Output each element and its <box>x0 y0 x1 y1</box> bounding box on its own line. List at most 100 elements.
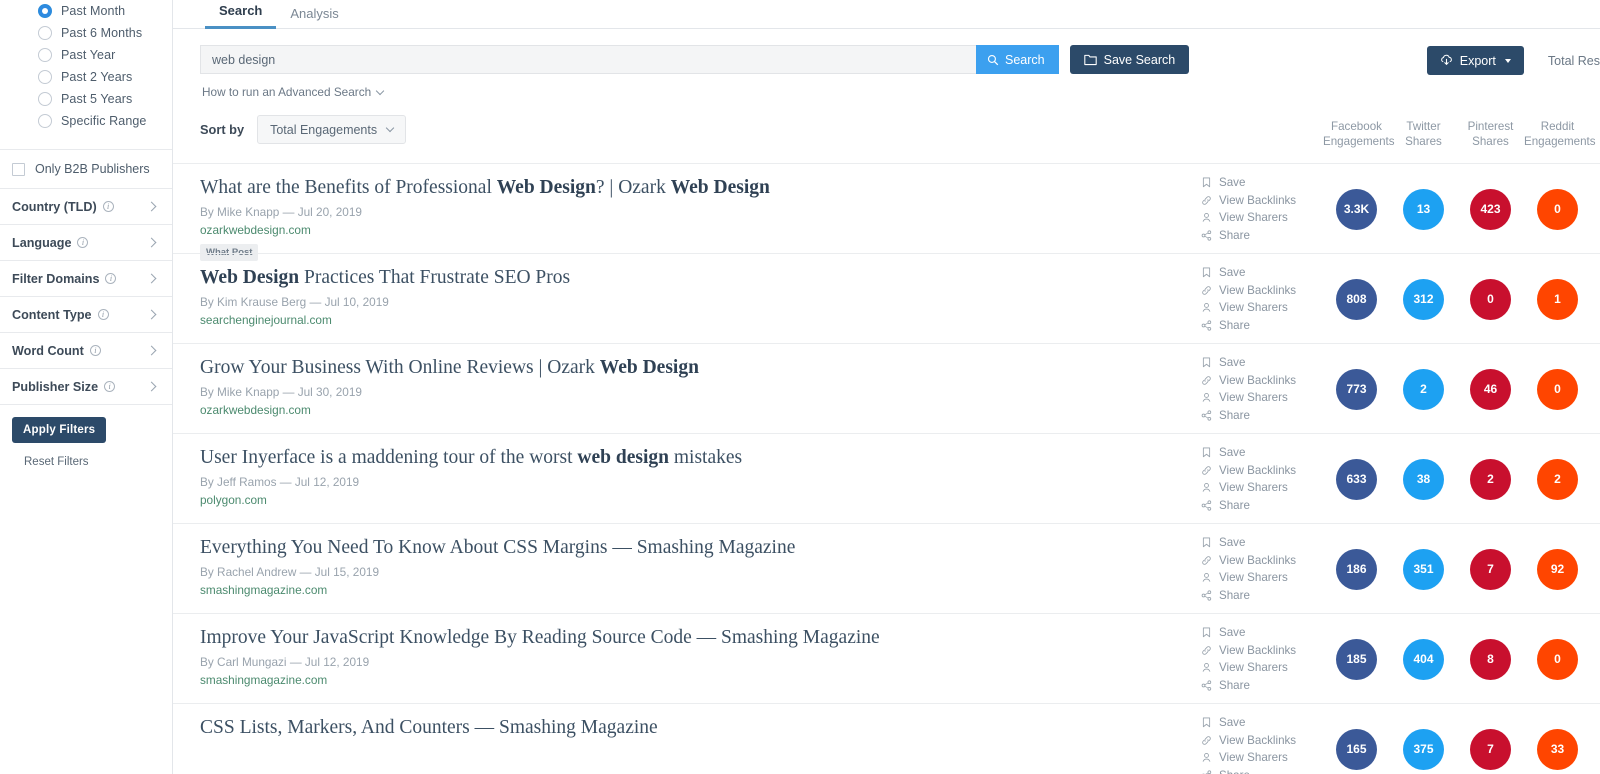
main-panel: SearchAnalysis Search Save Search How to… <box>173 0 1600 774</box>
result-title[interactable]: Improve Your JavaScript Knowledge By Rea… <box>200 626 1000 650</box>
result-domain[interactable]: searchenginejournal.com <box>200 313 1000 327</box>
radio-icon[interactable] <box>38 48 52 62</box>
metric-cell-pinterest: 423 <box>1457 188 1524 230</box>
tab-search[interactable]: Search <box>205 3 277 29</box>
result-actions: Save View Backlinks View Sharers Share <box>1201 354 1296 424</box>
metric-badge: 423 <box>1470 188 1511 230</box>
person-icon <box>1202 753 1211 763</box>
search-input[interactable] <box>200 45 976 74</box>
metric-cell-number: 19 <box>1591 639 1600 680</box>
share-icon <box>1201 590 1212 601</box>
action-view-backlinks[interactable]: View Backlinks <box>1201 192 1296 210</box>
filter-row-country-tld[interactable]: Country (TLD) i <box>0 188 172 224</box>
action-save[interactable]: Save <box>1201 264 1296 282</box>
radio-icon[interactable] <box>38 4 52 18</box>
radio-icon[interactable] <box>38 26 52 40</box>
reset-filters-link[interactable]: Reset Filters <box>24 456 172 468</box>
date-filter-radio-2[interactable]: Past Year <box>0 44 172 66</box>
action-view-backlinks[interactable]: View Backlinks <box>1201 732 1296 750</box>
column-header-pinterest[interactable]: Pinterest Shares <box>1457 119 1524 149</box>
filter-row-language[interactable]: Language i <box>0 224 172 260</box>
filter-row-word-count[interactable]: Word Count i <box>0 332 172 368</box>
action-view-sharers[interactable]: View Sharers <box>1201 479 1296 497</box>
radio-icon[interactable] <box>38 92 52 106</box>
only-b2b-publishers-checkbox[interactable]: Only B2B Publishers <box>0 150 172 188</box>
tab-analysis[interactable]: Analysis <box>276 6 352 29</box>
result-row: Web Design Practices That Frustrate SEO … <box>173 253 1600 343</box>
action-share[interactable]: Share <box>1201 767 1296 774</box>
date-filter-radio-0[interactable]: Past Month <box>0 0 172 22</box>
save-search-button[interactable]: Save Search <box>1069 45 1190 74</box>
action-view-sharers[interactable]: View Sharers <box>1201 209 1296 227</box>
action-share[interactable]: Share <box>1201 407 1296 425</box>
result-domain[interactable]: smashingmagazine.com <box>200 673 1000 687</box>
apply-filters-button[interactable]: Apply Filters <box>12 417 107 443</box>
apply-filters-wrap: Apply Filters Reset Filters <box>0 404 172 468</box>
radio-icon[interactable] <box>38 70 52 84</box>
result-title[interactable]: CSS Lists, Markers, And Counters — Smash… <box>200 716 1000 740</box>
filter-row-filter-domains[interactable]: Filter Domains i <box>0 260 172 296</box>
info-icon[interactable]: i <box>77 237 89 248</box>
advanced-search-link[interactable]: How to run an Advanced Search <box>202 85 385 99</box>
action-share[interactable]: Share <box>1201 497 1296 515</box>
action-share[interactable]: Share <box>1201 587 1296 605</box>
result-title[interactable]: User Inyerface is a maddening tour of th… <box>200 446 1000 470</box>
date-filter-radio-5[interactable]: Specific Range <box>0 110 172 132</box>
action-save[interactable]: Save <box>1201 174 1296 192</box>
result-title[interactable]: Grow Your Business With Online Reviews |… <box>200 356 1000 380</box>
column-header-twitter[interactable]: Twitter Shares <box>1390 119 1457 149</box>
metric-cell-number: 0 <box>1591 189 1600 230</box>
action-view-sharers[interactable]: View Sharers <box>1201 299 1296 317</box>
column-header-facebook[interactable]: Facebook Engagements <box>1323 119 1395 149</box>
info-icon[interactable]: i <box>104 381 116 392</box>
metric-badge: 2 <box>1470 458 1511 500</box>
result-title[interactable]: What are the Benefits of Professional We… <box>200 176 1000 200</box>
action-label: Save <box>1219 446 1246 460</box>
metric-cell-twitter: 404 <box>1390 638 1457 680</box>
action-label: Share <box>1219 769 1250 774</box>
action-save[interactable]: Save <box>1201 354 1296 372</box>
info-icon[interactable]: i <box>102 201 114 212</box>
column-header-number[interactable]: Numberof Links <box>1591 119 1600 149</box>
action-view-backlinks[interactable]: View Backlinks <box>1201 642 1296 660</box>
export-button[interactable]: Export <box>1426 46 1524 75</box>
action-view-backlinks[interactable]: View Backlinks <box>1201 372 1296 390</box>
action-save[interactable]: Save <box>1201 444 1296 462</box>
search-button[interactable]: Search <box>976 45 1059 74</box>
action-view-sharers[interactable]: View Sharers <box>1201 659 1296 677</box>
date-filter-radio-3[interactable]: Past 2 Years <box>0 66 172 88</box>
action-share[interactable]: Share <box>1201 317 1296 335</box>
filter-row-publisher-size[interactable]: Publisher Size i <box>0 368 172 404</box>
action-save[interactable]: Save <box>1201 624 1296 642</box>
action-save[interactable]: Save <box>1201 714 1296 732</box>
column-header-reddit[interactable]: Reddit Engagements <box>1524 119 1596 149</box>
action-view-backlinks[interactable]: View Backlinks <box>1201 282 1296 300</box>
date-filter-label: Past 5 Years <box>61 92 133 106</box>
action-view-backlinks[interactable]: View Backlinks <box>1201 462 1296 480</box>
action-save[interactable]: Save <box>1201 534 1296 552</box>
column-header-line1: Facebook <box>1331 120 1382 133</box>
result-domain[interactable]: smashingmagazine.com <box>200 583 1000 597</box>
action-view-sharers[interactable]: View Sharers <box>1201 749 1296 767</box>
info-icon[interactable]: i <box>89 345 101 356</box>
result-metrics: 165375733200 <box>1323 704 1600 774</box>
date-filter-radio-1[interactable]: Past 6 Months <box>0 22 172 44</box>
action-share[interactable]: Share <box>1201 677 1296 695</box>
sort-by-select[interactable]: Total Engagements <box>257 115 407 144</box>
action-share[interactable]: Share <box>1201 227 1296 245</box>
action-view-sharers[interactable]: View Sharers <box>1201 389 1296 407</box>
radio-icon[interactable] <box>38 114 52 128</box>
result-title[interactable]: Web Design Practices That Frustrate SEO … <box>200 266 1000 290</box>
result-domain[interactable]: ozarkwebdesign.com <box>200 403 1000 417</box>
action-view-backlinks[interactable]: View Backlinks <box>1201 552 1296 570</box>
filter-row-content-type[interactable]: Content Type i <box>0 296 172 332</box>
result-domain[interactable]: ozarkwebdesign.com <box>200 223 1000 237</box>
info-icon[interactable]: i <box>97 309 109 320</box>
action-view-sharers[interactable]: View Sharers <box>1201 569 1296 587</box>
result-title[interactable]: Everything You Need To Know About CSS Ma… <box>200 536 1000 560</box>
info-icon[interactable]: i <box>105 273 117 284</box>
checkbox-icon[interactable] <box>12 162 25 176</box>
sort-by-value: Total Engagements <box>270 122 378 137</box>
result-domain[interactable]: polygon.com <box>200 493 1000 507</box>
date-filter-radio-4[interactable]: Past 5 Years <box>0 88 172 110</box>
